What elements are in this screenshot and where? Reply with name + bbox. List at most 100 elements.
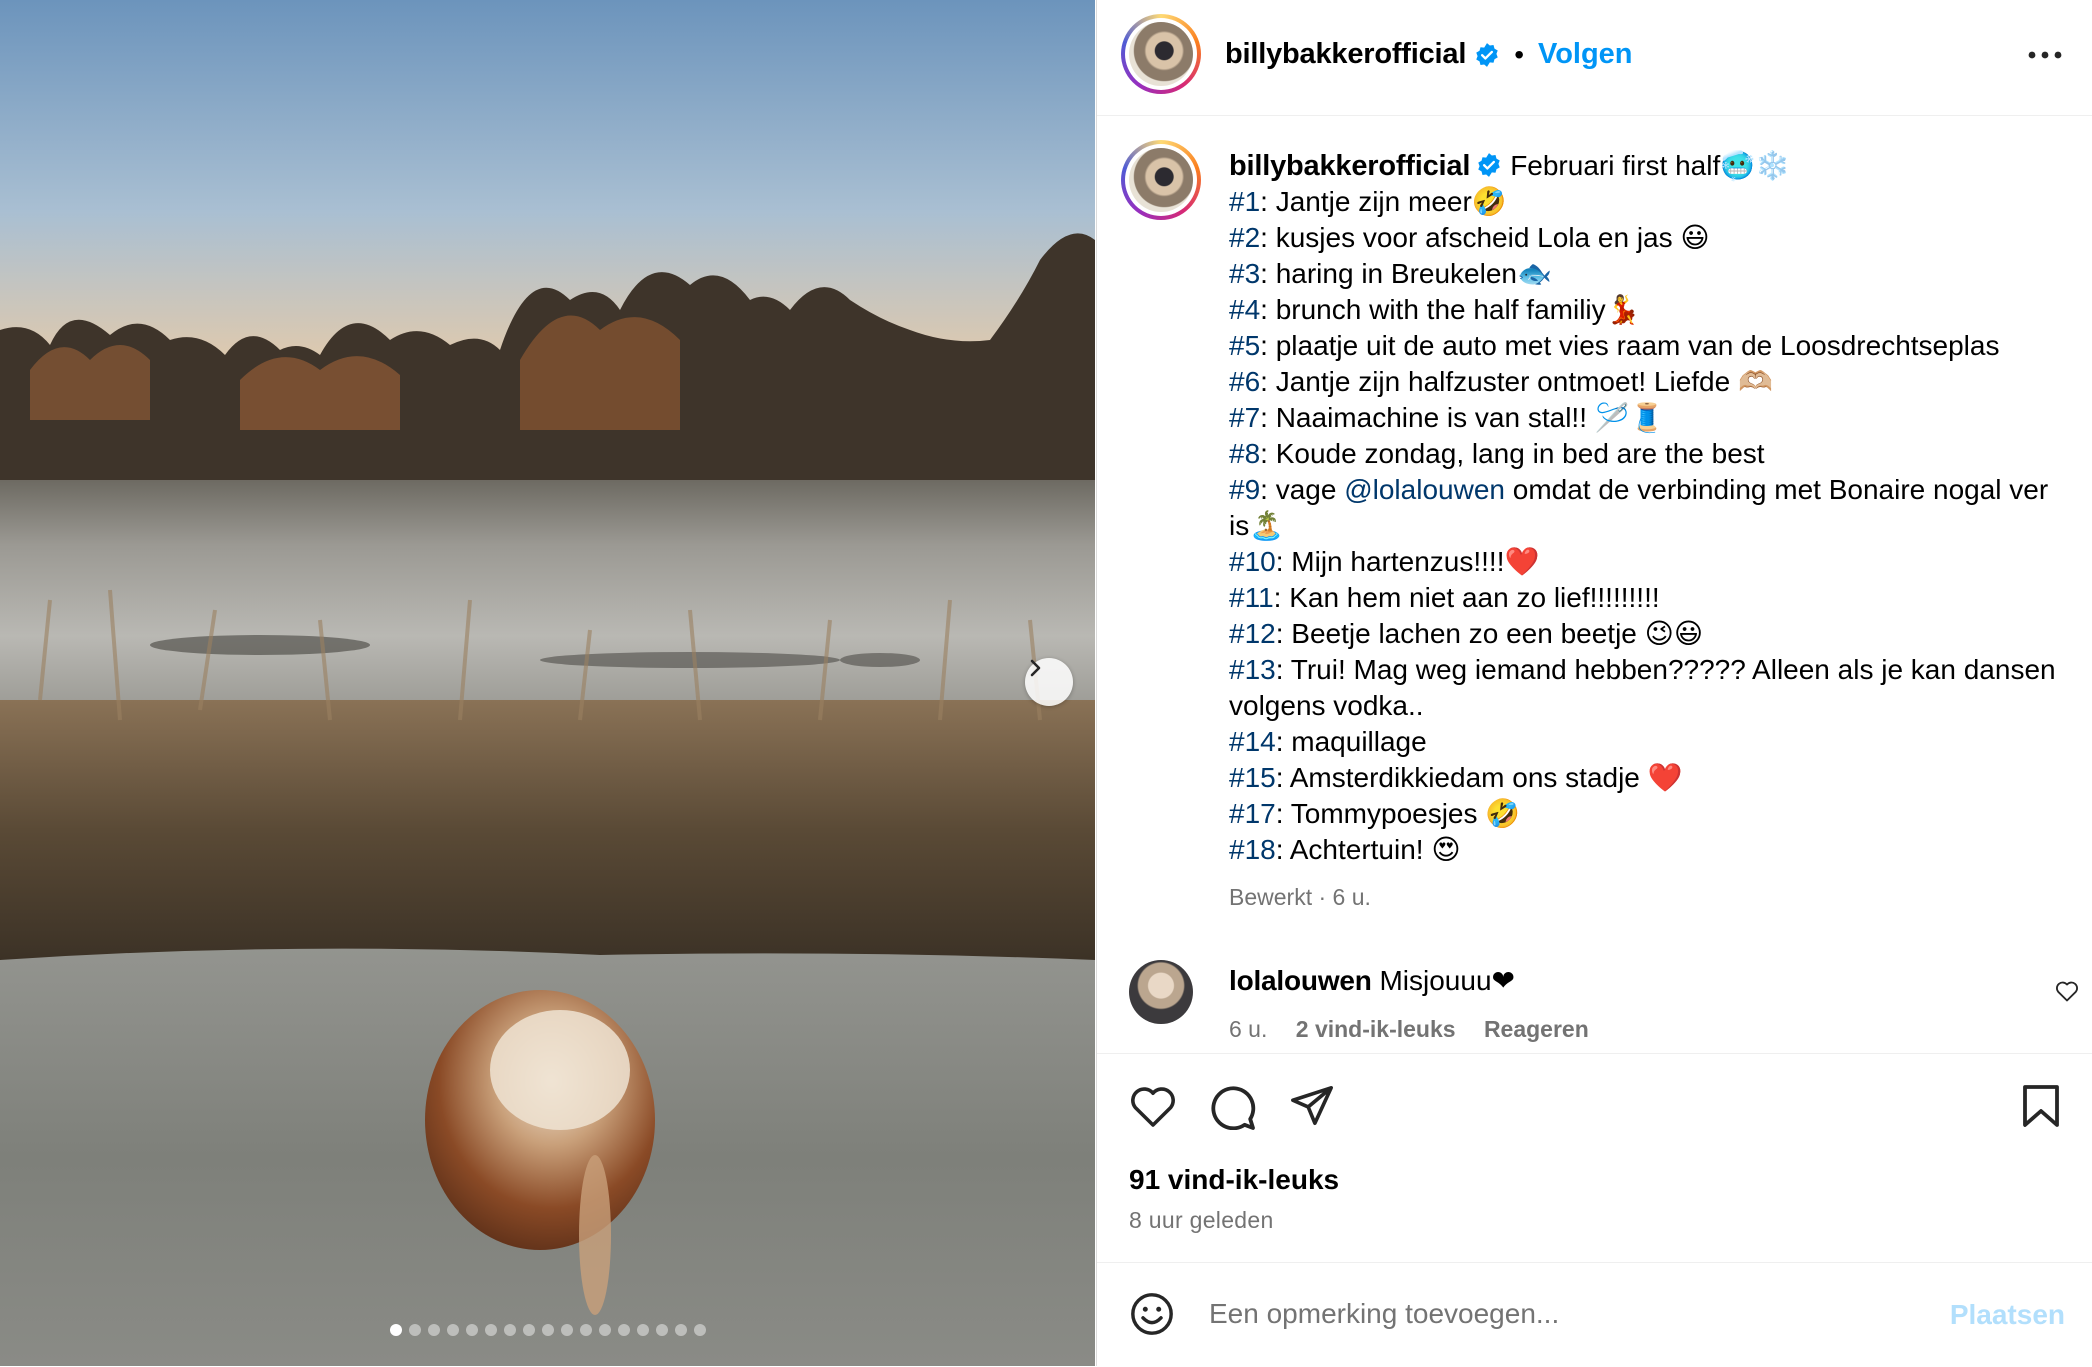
caption-title: Februari first half🥶❄️: [1510, 150, 1790, 181]
caption-line-text: : Beetje lachen zo een beetje 😉😃: [1275, 618, 1704, 649]
caption-line: #9: vage @lolalouwen omdat de verbinding…: [1229, 472, 2059, 544]
carousel-dot: [541, 1324, 554, 1336]
caption-line-text: : Trui! Mag weg iemand hebben????? Allee…: [1229, 654, 2064, 721]
photo-scene: [0, 0, 1095, 1366]
carousel-dot: [598, 1324, 611, 1336]
carousel-dot: [446, 1324, 459, 1336]
post-photo[interactable]: [0, 0, 1095, 1366]
carousel-next-button[interactable]: [1025, 658, 1073, 706]
carousel-dot: [465, 1324, 478, 1336]
hashtag-link[interactable]: #15: [1229, 762, 1276, 793]
verified-badge-icon: [1478, 153, 1500, 177]
caption-username[interactable]: billybakkerofficial: [1229, 150, 1470, 182]
hashtag-link[interactable]: #14: [1229, 726, 1276, 757]
more-options-button[interactable]: [2025, 40, 2065, 70]
carousel-dot: [503, 1324, 516, 1336]
hashtag-link[interactable]: #7: [1229, 402, 1260, 433]
carousel-dot: [617, 1324, 630, 1336]
caption-line: #7: Naaimachine is van stal!! 🪡🧵: [1229, 400, 2059, 436]
post-comment-button[interactable]: Plaatsen: [1950, 1299, 2065, 1331]
hashtag-link[interactable]: #1: [1229, 186, 1260, 217]
hashtag-link[interactable]: #18: [1229, 834, 1276, 865]
caption-line: #15: Amsterdikkiedam ons stadje ❤️: [1229, 760, 2059, 796]
carousel-dot: [560, 1324, 573, 1336]
commenter-username[interactable]: lolalouwen: [1229, 965, 1372, 996]
caption-line-text: : Kan hem niet aan zo lief!!!!!!!!!: [1273, 582, 1660, 613]
hashtag-link[interactable]: #2: [1229, 222, 1260, 253]
caption-line: #17: Tommypoesjes 🤣: [1229, 796, 2059, 832]
author-username[interactable]: billybakkerofficial: [1225, 38, 1466, 71]
comment-like-button[interactable]: [2055, 980, 2079, 1007]
comment-composer: Plaatsen: [1097, 1262, 2092, 1367]
caption-line: #5: plaatje uit de auto met vies raam va…: [1229, 328, 2059, 364]
share-button[interactable]: [1289, 1084, 1335, 1133]
caption-line-text: : Koude zondag, lang in bed are the best: [1260, 438, 1765, 469]
author-avatar[interactable]: [1121, 14, 1201, 94]
caption-line-text: : Jantje zijn meer🤣: [1260, 186, 1507, 217]
carousel-dot: [484, 1324, 497, 1336]
bookmark-icon: [2023, 1085, 2059, 1127]
like-button[interactable]: [1129, 1084, 1177, 1133]
chevron-right-icon: [1030, 659, 1041, 677]
hashtag-link[interactable]: #3: [1229, 258, 1260, 289]
carousel-dot: [674, 1324, 687, 1336]
comment-reply-button[interactable]: Reageren: [1484, 1016, 1589, 1042]
comment-likes[interactable]: 2 vind-ik-leuks: [1296, 1016, 1456, 1042]
post-actions: 91 vind-ik-leuks 8 uur geleden: [1097, 1053, 2092, 1264]
save-button[interactable]: [2021, 1084, 2061, 1133]
comment-input[interactable]: [1207, 1289, 1831, 1339]
caption-line-text: : vage: [1260, 474, 1345, 505]
hashtag-link[interactable]: #17: [1229, 798, 1276, 829]
caption-line-text: : Amsterdikkiedam ons stadje ❤️: [1275, 762, 1683, 793]
caption-line: #2: kusjes voor afscheid Lola en jas 😃: [1229, 220, 2059, 256]
emoji-button[interactable]: [1129, 1291, 1175, 1342]
more-options-icon: [2028, 51, 2062, 59]
comment-button[interactable]: [1209, 1084, 1257, 1135]
caption-author-avatar[interactable]: [1121, 140, 1201, 220]
hashtag-link[interactable]: #10: [1229, 546, 1276, 577]
comment-body: lolalouwen Misjouuu❤: [1229, 964, 1515, 997]
hashtag-link[interactable]: #12: [1229, 618, 1276, 649]
caption-line: #4: brunch with the half familiy💃: [1229, 292, 2059, 328]
carousel-dot: [636, 1324, 649, 1336]
heart-icon: [1131, 1087, 1175, 1127]
post-timestamp[interactable]: 8 uur geleden: [1129, 1207, 1274, 1234]
caption-line-text: : Naaimachine is van stal!! 🪡🧵: [1260, 402, 1665, 433]
follow-button[interactable]: Volgen: [1538, 38, 1633, 71]
caption-line-text: : haring in Breukelen🐟: [1260, 258, 1552, 289]
caption-line: #18: Achtertuin! 😍: [1229, 832, 2059, 868]
carousel-dot: [522, 1324, 535, 1336]
comment-meta: 6 u. 2 vind-ik-leuks Reageren: [1229, 1016, 1611, 1043]
mention-link[interactable]: @lolalouwen: [1344, 474, 1505, 505]
like-count[interactable]: 91 vind-ik-leuks: [1129, 1164, 1339, 1196]
caption-line: #13: Trui! Mag weg iemand hebben????? Al…: [1229, 652, 2059, 724]
caption-line: #10: Mijn hartenzus!!!!❤️: [1229, 544, 2059, 580]
carousel-dot: [427, 1324, 440, 1336]
carousel-dot: [389, 1324, 402, 1336]
caption-line: #14: maquillage: [1229, 724, 2059, 760]
hashtag-link[interactable]: #11: [1229, 582, 1274, 613]
caption-line-text: : plaatje uit de auto met vies raam van …: [1260, 330, 2000, 361]
caption-line: #11: Kan hem niet aan zo lief!!!!!!!!!: [1229, 580, 2059, 616]
caption-line-text: : Jantje zijn halfzuster ontmoet! Liefde…: [1260, 366, 1773, 397]
hashtag-link[interactable]: #6: [1229, 366, 1260, 397]
hashtag-link[interactable]: #4: [1229, 294, 1260, 325]
hashtag-link[interactable]: #9: [1229, 474, 1260, 505]
hashtag-link[interactable]: #5: [1229, 330, 1260, 361]
caption-title-line: billybakkerofficial Februari first half🥶❄…: [1229, 148, 2059, 184]
post-caption: billybakkerofficial Februari first half🥶❄…: [1229, 148, 2059, 868]
caption-line-text: : Tommypoesjes 🤣: [1275, 798, 1521, 829]
caption-line-text: : Achtertuin! 😍: [1275, 834, 1461, 865]
header-separator: •: [1514, 38, 1524, 70]
hashtag-link[interactable]: #8: [1229, 438, 1260, 469]
post-details-panel: billybakkerofficial • Volgen billybakker…: [1096, 0, 2092, 1366]
caption-line-text: : kusjes voor afscheid Lola en jas 😃: [1260, 222, 1710, 253]
comment-text: Misjouuu❤: [1379, 965, 1515, 996]
caption-line-text: : brunch with the half familiy💃: [1260, 294, 1641, 325]
carousel-dot: [655, 1324, 668, 1336]
post-header: billybakkerofficial • Volgen: [1097, 0, 2092, 116]
carousel-dot: [693, 1324, 706, 1336]
caption-meta: Bewerkt · 6 u.: [1229, 884, 1371, 910]
hashtag-link[interactable]: #13: [1229, 654, 1276, 685]
commenter-avatar[interactable]: [1129, 960, 1193, 1024]
